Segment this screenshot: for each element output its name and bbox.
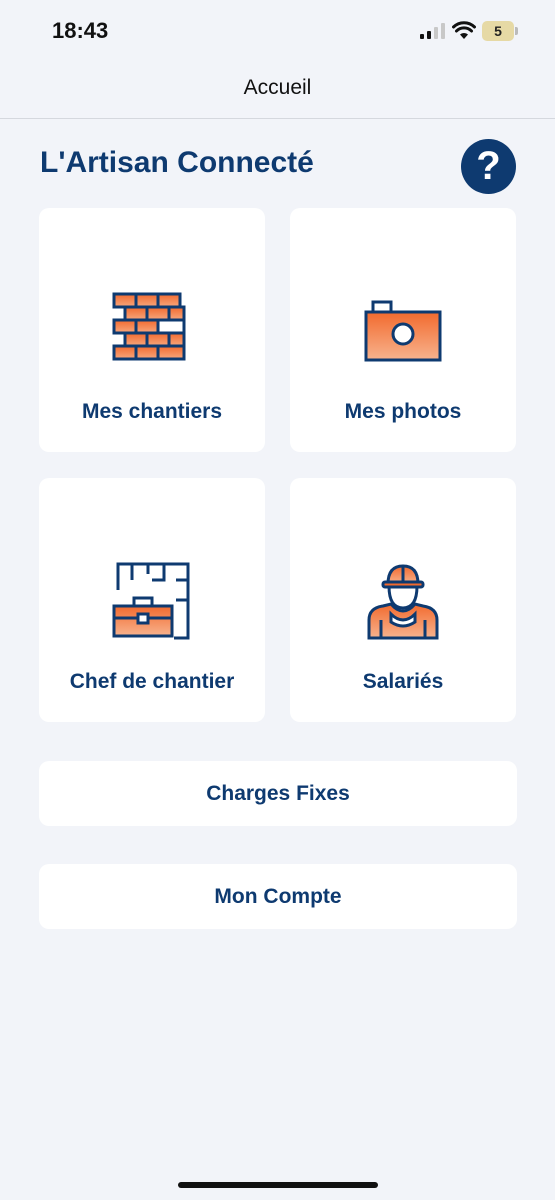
help-button[interactable]: ?	[461, 139, 516, 194]
signal-icon	[420, 23, 445, 39]
navigation-bar: Accueil	[0, 62, 555, 119]
mon-compte-button[interactable]: Mon Compte	[39, 864, 517, 929]
tile-mes-photos[interactable]: Mes photos	[290, 208, 516, 452]
tile-label: Salariés	[362, 670, 444, 693]
tile-chef-de-chantier[interactable]: Chef de chantier	[39, 478, 265, 722]
wifi-icon	[452, 21, 476, 39]
tile-mes-chantiers[interactable]: Mes chantiers	[39, 208, 265, 452]
question-mark-icon: ?	[476, 144, 501, 188]
status-time: 18:43	[52, 18, 109, 43]
status-bar: 18:43 5	[0, 0, 555, 62]
blueprint-briefcase-icon	[112, 562, 190, 640]
worker-helmet-icon	[367, 564, 439, 640]
tile-salaries[interactable]: Salariés	[290, 478, 516, 722]
brick-wall-icon	[112, 292, 186, 361]
battery-icon: 5	[482, 21, 518, 41]
home-indicator[interactable]	[178, 1182, 378, 1188]
battery-level: 5	[494, 23, 502, 39]
charges-fixes-button[interactable]: Charges Fixes	[39, 761, 517, 826]
tile-label: Mes photos	[344, 400, 462, 423]
tile-label: Chef de chantier	[69, 670, 235, 693]
camera-icon	[364, 300, 442, 362]
app-title: L'Artisan Connecté	[40, 146, 314, 179]
tile-label: Mes chantiers	[81, 400, 223, 423]
nav-title: Accueil	[243, 76, 312, 99]
